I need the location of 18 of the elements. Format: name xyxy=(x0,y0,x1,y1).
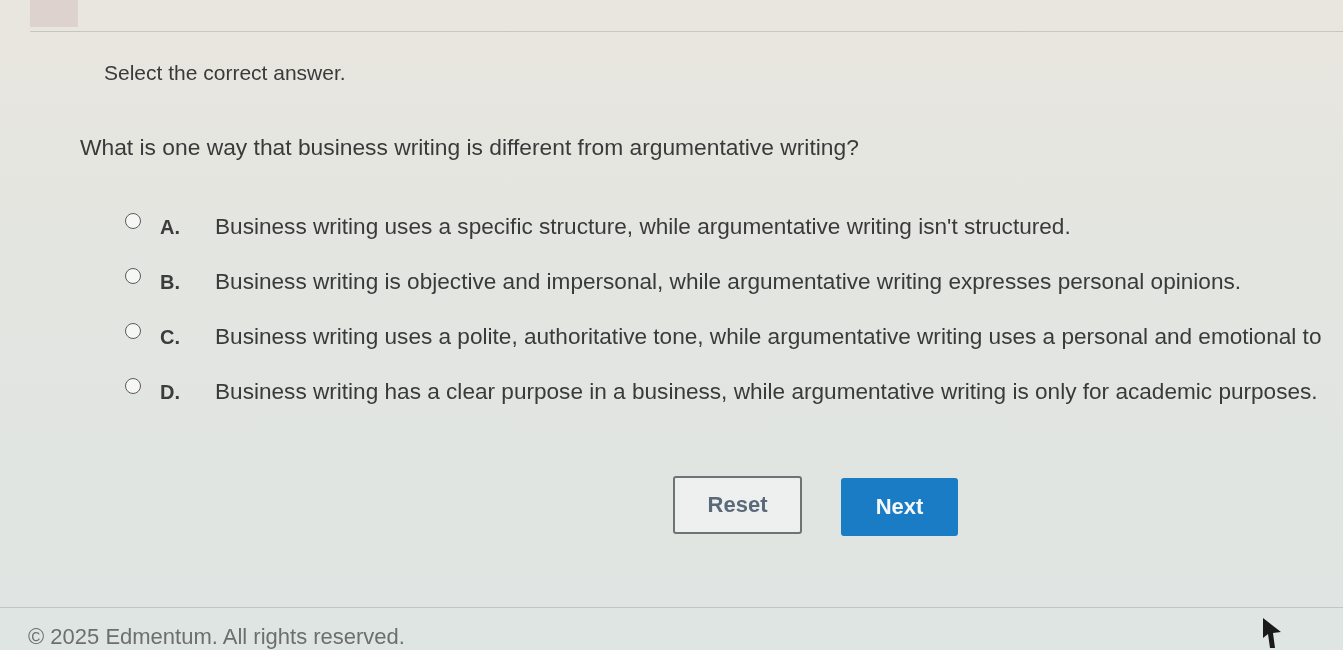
option-text[interactable]: Business writing uses a specific structure, while argumentative writing isn't structured. xyxy=(215,214,1071,240)
option-text[interactable]: Business writing uses a polite, authoritative tone, while argumentative writing uses a personal and emotional to xyxy=(215,324,1322,350)
radio-button[interactable] xyxy=(125,378,141,394)
copyright-text: © 2025 Edmentum. All rights reserved. xyxy=(28,624,405,649)
radio-button[interactable] xyxy=(125,323,141,339)
reset-button[interactable]: Reset xyxy=(673,476,802,534)
option-letter: D. xyxy=(160,380,181,404)
option-letter: C. xyxy=(160,325,181,349)
radio-button[interactable] xyxy=(125,268,141,284)
instruction-text: Select the correct answer. xyxy=(104,60,347,86)
next-button[interactable]: Next xyxy=(841,478,958,536)
option-letter: A. xyxy=(160,215,181,239)
cursor-icon xyxy=(1263,618,1281,648)
option-text[interactable]: Business writing has a clear purpose in a business, while argumentative writing is only for academic purposes. xyxy=(215,379,1318,405)
option-text[interactable]: Business writing is objective and impersonal, while argumentative writing expresses personal opinions. xyxy=(215,269,1242,295)
radio-button[interactable] xyxy=(125,213,141,229)
option-letter: B. xyxy=(160,270,181,294)
question-text: What is one way that business writing is different from argumentative writing? xyxy=(80,134,860,160)
